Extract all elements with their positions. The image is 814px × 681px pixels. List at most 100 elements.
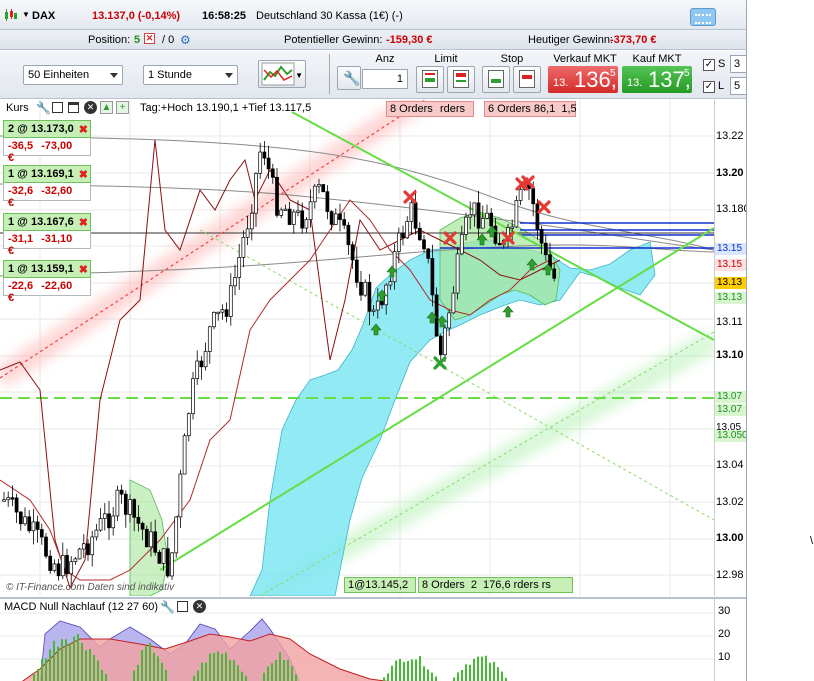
candle-down — [27, 516, 32, 532]
close-position-icon[interactable]: ✕ — [144, 33, 155, 44]
candle-up — [518, 189, 523, 201]
candle-up — [111, 515, 116, 529]
candle-down — [275, 176, 279, 216]
maximize-icon[interactable] — [68, 102, 79, 113]
limit-checkbox-label: L — [718, 80, 725, 92]
candle-up — [258, 151, 263, 174]
candle-up — [447, 312, 452, 329]
chevron-down-icon: ▼ — [295, 71, 303, 80]
axis-label: 13.10 — [716, 349, 744, 361]
chart-canvas[interactable] — [0, 100, 747, 596]
candle-down — [14, 497, 19, 513]
order-tag-top-left[interactable]: 8 Orders rders — [386, 101, 474, 117]
close-icon[interactable]: ✕ — [193, 600, 206, 613]
stop-sell-button[interactable] — [513, 66, 541, 93]
order-tag-top-right[interactable]: 6 Orders 86,1 1,5 — [484, 101, 577, 117]
stop-distance-input[interactable]: 3 — [730, 55, 746, 73]
order-tag-text: rders — [513, 579, 539, 591]
close-position-icon[interactable]: ✖ — [79, 263, 88, 276]
candle-up — [69, 561, 74, 575]
window-icon[interactable] — [52, 102, 63, 113]
position-text: 2 @ 13.173,0 — [8, 123, 74, 135]
candle-down — [107, 513, 111, 529]
order-tag-text-overlap: 1,5 — [561, 103, 577, 115]
ichimoku-cloud-left — [129, 479, 169, 596]
candle-up — [195, 360, 200, 379]
add-indicator-icon[interactable]: + — [116, 101, 129, 114]
units-select[interactable]: 50 Einheiten — [23, 65, 123, 85]
candle-down — [325, 191, 330, 212]
window-icon[interactable] — [177, 601, 188, 612]
candle-down — [39, 529, 44, 538]
limit-buy-button[interactable] — [416, 66, 444, 93]
candle-up — [405, 221, 410, 239]
macd-axis-label: 30 — [718, 605, 731, 617]
candle-down — [153, 531, 158, 553]
stop-buy-button[interactable] — [482, 66, 510, 93]
candle-down — [132, 499, 137, 518]
stop-buy-icon — [488, 70, 504, 88]
candle-up — [451, 292, 456, 314]
symbol-label[interactable]: DAX — [32, 10, 55, 22]
order-tag-bottom-2[interactable]: 8 Orders 2 176,6 rders rs — [418, 577, 573, 593]
position-pl: -22,6 -22,60 € — [3, 278, 91, 304]
close-position-icon[interactable]: ✖ — [79, 216, 88, 229]
settings-gear-icon[interactable]: ⚙ — [180, 33, 191, 47]
wrench-icon[interactable]: 🔧 — [160, 600, 175, 614]
candle-up — [409, 202, 414, 222]
wrench-icon[interactable]: 🔧 — [36, 101, 51, 115]
price-tag-blue: 13.15 — [715, 243, 746, 255]
candle-up — [161, 548, 166, 564]
candle-up — [464, 216, 468, 235]
candle-down — [300, 210, 305, 229]
stop-checkbox[interactable]: ✓ — [703, 59, 715, 71]
interval-select[interactable]: 1 Stunde — [143, 65, 238, 85]
order-tag-text: 2 — [470, 579, 477, 591]
wrench-button[interactable]: 🔧 — [337, 66, 361, 90]
candle-down — [430, 258, 435, 296]
price-tag-current: 13.13 — [715, 277, 746, 289]
macd-panel[interactable]: MACD Null Nachlauf (12 27 60) 🔧 ✕ 30 20 … — [0, 597, 746, 681]
position-pl: -32,6 -32,60 € — [3, 183, 91, 209]
move-up-icon[interactable]: ▲ — [100, 101, 113, 114]
close-position-icon[interactable]: ✖ — [79, 168, 88, 181]
last-price: 13.137,0 (-0,14%) — [92, 10, 181, 22]
price-chart[interactable]: Kurs 🔧 ✕ ▲ + Tag:+Hoch 13.190,1 +Tief 13… — [0, 100, 747, 596]
axis-label: 13.20 — [716, 167, 744, 179]
candle-up — [6, 497, 11, 501]
sell-market-button[interactable]: 13. 136, 5 — [548, 66, 618, 93]
limit-label: Limit — [434, 53, 458, 65]
position-box-1[interactable]: 2 @ 13.173,0 ✖ -36,5 -73,00 € — [3, 120, 91, 164]
position-box-3[interactable]: 1 @ 13.167,6 ✖ -31,1 -31,10 € — [3, 213, 91, 257]
quantity-input[interactable]: 1 — [362, 69, 408, 89]
chart-type-button[interactable]: ▼ — [258, 60, 306, 88]
close-position-icon[interactable]: ✖ — [79, 123, 88, 136]
candle-down — [56, 563, 61, 577]
close-icon[interactable]: ✕ — [84, 101, 97, 114]
limit-distance-input[interactable]: 5 — [730, 77, 746, 95]
order-tag-bottom-1[interactable]: 1@13.145,2 — [344, 577, 416, 593]
candle-down — [359, 281, 363, 296]
interval-select-value: 1 Stunde — [148, 69, 193, 81]
position-box-2[interactable]: 1 @ 13.169,1 ✖ -32,6 -32,60 € — [3, 165, 91, 209]
candle-down — [10, 497, 15, 500]
position-box-4[interactable]: 1 @ 13.159,1 ✖ -22,6 -22,60 € — [3, 260, 91, 304]
keyboard-icon[interactable] — [690, 8, 716, 26]
limit-sell-icon — [453, 70, 469, 88]
candle-down — [543, 242, 548, 256]
info-bar: Position: 5 ✕ / 0 ⚙ Potentieller Gewinn:… — [0, 30, 746, 50]
limit-checkbox[interactable]: ✓ — [703, 81, 715, 93]
position-points: -32,6 — [8, 185, 34, 197]
symbol-dropdown-icon[interactable]: ▼ — [22, 10, 30, 19]
potential-gain-label: Potentieller Gewinn: — [284, 34, 383, 46]
candle-up — [283, 208, 288, 211]
candle-down — [434, 294, 439, 337]
candle-up — [90, 536, 95, 556]
candle-up — [216, 311, 221, 315]
limit-sell-button[interactable] — [447, 66, 475, 93]
buy-market-button[interactable]: 13. 137, 5 — [622, 66, 692, 93]
order-tag-text: rs — [541, 579, 551, 591]
candle-down — [157, 551, 162, 564]
candle-up — [333, 213, 338, 225]
candle-up — [317, 184, 321, 187]
